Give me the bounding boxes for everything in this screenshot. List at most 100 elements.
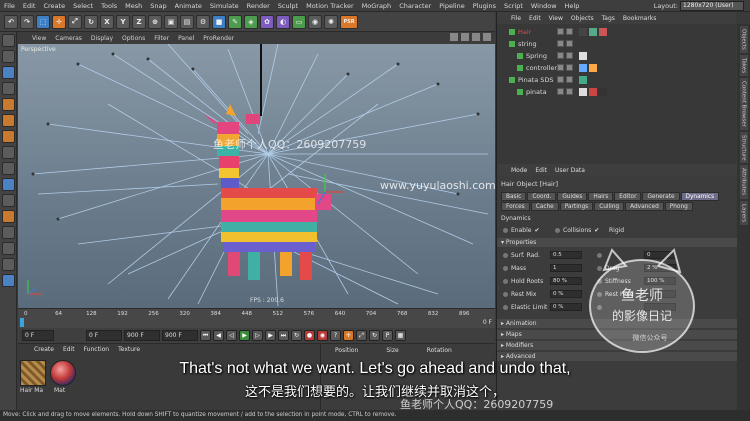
properties-section[interactable]: ▾ Properties <box>497 238 737 247</box>
menu-plugins[interactable]: Plugins <box>473 2 496 10</box>
tab-hairs[interactable]: Hairs <box>588 192 614 201</box>
material-menu-create[interactable]: Create <box>34 346 54 354</box>
menu-file[interactable]: File <box>4 2 15 10</box>
object-menu-tags[interactable]: Tags <box>602 15 615 22</box>
workplane-icon[interactable] <box>1 82 15 95</box>
side-tab-structure[interactable]: Structure <box>739 131 748 164</box>
next-frame-icon[interactable]: ▷ <box>252 330 263 341</box>
viewport-zoom-icon[interactable] <box>461 33 469 41</box>
tab-cache[interactable]: Cache <box>530 202 559 211</box>
coord-system-icon[interactable]: ⊕ <box>148 14 162 29</box>
live-select-icon[interactable]: ⬚ <box>36 14 50 29</box>
pla-key-icon[interactable]: ▦ <box>395 330 406 341</box>
loop-icon[interactable]: ↻ <box>291 330 302 341</box>
polygons-mode-icon[interactable] <box>1 130 15 143</box>
menu-edit[interactable]: Edit <box>23 2 36 10</box>
pen-spline-icon[interactable]: ✎ <box>228 14 242 29</box>
tab-dynamics[interactable]: Dynamics <box>680 192 720 201</box>
solo-icon[interactable] <box>1 274 15 287</box>
timeline-playhead[interactable] <box>20 318 24 327</box>
camera-icon[interactable]: ◉ <box>308 14 322 29</box>
object-row[interactable]: string <box>497 38 733 49</box>
array-icon[interactable]: ✿ <box>260 14 274 29</box>
current-frame-field[interactable]: 0 F <box>22 330 54 341</box>
property-value[interactable]: 0 % <box>550 290 582 298</box>
menu-snap[interactable]: Snap <box>150 2 166 10</box>
viewport-layout-icon[interactable] <box>483 33 491 41</box>
object-row[interactable]: pinata <box>497 86 733 97</box>
position-key-icon[interactable]: ✛ <box>343 330 354 341</box>
property-surf-rad-[interactable]: Surf. Rad. 0.5 <box>503 251 582 259</box>
object-tags[interactable] <box>579 75 587 84</box>
texture-mode-icon[interactable] <box>1 66 15 79</box>
object-menu-bookmarks[interactable]: Bookmarks <box>623 15 657 22</box>
lock-workplane-icon[interactable] <box>1 194 15 207</box>
tab-editor[interactable]: Editor <box>614 192 642 201</box>
side-tab-takes[interactable]: Takes <box>739 54 748 76</box>
next-key-icon[interactable]: ▶ <box>265 330 276 341</box>
menu-character[interactable]: Character <box>399 2 431 10</box>
object-tags[interactable] <box>579 51 587 60</box>
object-tags[interactable] <box>579 27 607 36</box>
material-menu-texture[interactable]: Texture <box>118 346 140 354</box>
y-axis-button[interactable]: Y <box>116 14 130 29</box>
menu-select[interactable]: Select <box>73 2 93 10</box>
go-to-end-icon[interactable]: ⏭ <box>278 330 289 341</box>
x-axis-button[interactable]: X <box>100 14 114 29</box>
menu-script[interactable]: Script <box>504 2 523 10</box>
end-frame-field[interactable]: 900 F <box>124 330 160 341</box>
layout-select[interactable]: 1280x720 (User) <box>680 1 744 11</box>
timeline-ruler[interactable]: 0 64 128 192 256 320 384 448 512 576 640 704 768 832 8… <box>24 311 489 319</box>
viewport-perspective[interactable]: Perspective 鱼老师个人QQ：2609207759 www.yuyul… <box>18 44 495 308</box>
property-value[interactable]: 0 % <box>550 303 582 311</box>
collisions-checkbox[interactable]: Collisions ✔ <box>555 227 599 234</box>
render-settings-icon[interactable]: ⚙ <box>196 14 210 29</box>
visibility-flags[interactable] <box>557 64 573 71</box>
menu-help[interactable]: Help <box>565 2 580 10</box>
render-picture-viewer-icon[interactable]: ▤ <box>180 14 194 29</box>
property-rest-mix[interactable]: Rest Mix 0 % <box>503 290 582 298</box>
menu-sculpt[interactable]: Sculpt <box>278 2 298 10</box>
visibility-flags[interactable] <box>557 28 573 35</box>
tab-forces[interactable]: Forces <box>501 202 530 211</box>
move-tool-icon[interactable]: ✛ <box>52 14 66 29</box>
subdivision-icon[interactable]: ◈ <box>244 14 258 29</box>
play-icon[interactable]: ▶ <box>239 330 250 341</box>
menu-motion-tracker[interactable]: Motion Tracker <box>306 2 354 10</box>
start-frame-field[interactable]: 0 F <box>86 330 122 341</box>
previous-frame-icon[interactable]: ◁ <box>226 330 237 341</box>
object-menu-view[interactable]: View <box>549 15 563 22</box>
object-row[interactable]: Pinata SDS <box>497 74 733 85</box>
tab-generate[interactable]: Generate <box>642 192 680 201</box>
cube-icon[interactable]: ■ <box>212 14 226 29</box>
tab-advanced[interactable]: Advanced <box>625 202 664 211</box>
visibility-flags[interactable] <box>557 40 573 47</box>
menu-pipeline[interactable]: Pipeline <box>439 2 464 10</box>
object-menu-edit[interactable]: Edit <box>529 15 541 22</box>
tab-phong[interactable]: Phong <box>664 202 693 211</box>
viewport-menu-panel[interactable]: Panel <box>178 35 194 42</box>
keyframe-selection-icon[interactable]: ? <box>330 330 341 341</box>
attribute-menu-mode[interactable]: Mode <box>511 167 527 174</box>
floor-icon[interactable]: ▭ <box>292 14 306 29</box>
autokey-icon[interactable]: ◉ <box>317 330 328 341</box>
hair-tool-icon[interactable] <box>1 210 15 223</box>
bend-deformer-icon[interactable]: ◐ <box>276 14 290 29</box>
tab-coord[interactable]: Coord. <box>527 192 557 201</box>
axis-mode-icon[interactable] <box>1 146 15 159</box>
param-key-icon[interactable]: P <box>382 330 393 341</box>
object-menu-file[interactable]: File <box>511 15 521 22</box>
scale-key-icon[interactable]: ⤢ <box>356 330 367 341</box>
property-value[interactable]: 1 <box>550 264 582 272</box>
viewport-menu-prorender[interactable]: ProRender <box>203 35 234 42</box>
edges-mode-icon[interactable] <box>1 114 15 127</box>
attribute-menu-user-data[interactable]: User Data <box>555 167 585 174</box>
property-value[interactable]: 0.5 <box>550 251 582 259</box>
viewport-menu-view[interactable]: View <box>32 35 46 42</box>
menu-mograph[interactable]: MoGraph <box>362 2 392 10</box>
tweak-mode-icon[interactable] <box>1 162 15 175</box>
paint-icon[interactable] <box>1 242 15 255</box>
side-tab-layers[interactable]: Layers <box>739 200 748 225</box>
scale-tool-icon[interactable]: ⤢ <box>68 14 82 29</box>
previous-key-icon[interactable]: ◀ <box>213 330 224 341</box>
